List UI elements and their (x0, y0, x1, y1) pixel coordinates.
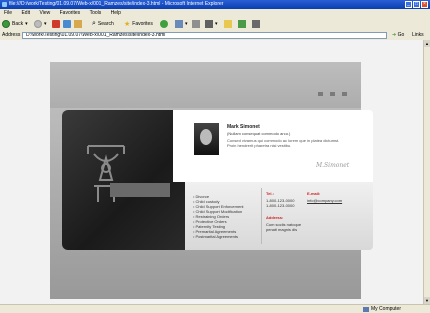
chevron-down-icon: ▾ (44, 21, 47, 27)
profile-card: Mark Simonet (Nullam consequat commodo a… (173, 110, 373, 182)
tel-label: Tel.: (266, 191, 274, 196)
stop-icon (52, 20, 60, 28)
divider (261, 188, 262, 244)
menu-tools[interactable]: Tools (90, 10, 102, 16)
vertical-scrollbar[interactable]: ▲ ▼ (423, 40, 430, 304)
sitemap-icon[interactable] (330, 92, 335, 96)
go-button[interactable]: ➜ Go (392, 31, 404, 40)
scroll-down-icon[interactable]: ▼ (424, 297, 430, 304)
print-icon (192, 20, 200, 28)
scales-decoration-icon (87, 145, 125, 202)
mail-icon[interactable] (342, 92, 347, 96)
star-icon: ★ (124, 21, 131, 28)
favorites-label: Favorites (132, 21, 153, 27)
refresh-button[interactable] (63, 20, 71, 28)
maximize-button[interactable]: □ (413, 1, 420, 8)
person-icon (200, 129, 212, 145)
mail-icon (175, 20, 183, 28)
home-icon (74, 20, 82, 28)
media-icon (160, 20, 168, 28)
profile-subtitle: (Nullam consequat commodo arcu.) (227, 131, 291, 136)
ie-icon (2, 2, 7, 7)
service-item[interactable]: Postmarital Agreements (193, 234, 244, 239)
mail-button[interactable]: ▾ (175, 20, 188, 28)
extra-button[interactable] (252, 20, 260, 28)
menu-favorites[interactable]: Favorites (60, 10, 81, 16)
profile-text: Consed vivamus qui commodo ac lorem que … (227, 138, 339, 148)
computer-icon (363, 306, 369, 312)
decorative-bar (110, 183, 170, 197)
profile-name: Mark Simonet (227, 124, 260, 130)
edit-button[interactable]: ▾ (205, 20, 218, 28)
media-button[interactable] (160, 20, 168, 28)
window-title: file:///D:/work/Testing/01.09.07/Web-x/0… (9, 1, 224, 7)
messenger-button[interactable] (238, 20, 246, 28)
minimize-button[interactable]: _ (405, 1, 412, 8)
address-label: Address: (266, 215, 284, 220)
address-values: Cum sociis natoque penati magnis dis (266, 222, 301, 232)
back-button[interactable]: Back ▾ (2, 20, 28, 28)
forward-button[interactable]: ▾ (34, 20, 47, 28)
signature: M.Simonet (316, 162, 350, 169)
email-label: E-mail: (307, 191, 321, 196)
menu-help[interactable]: Help (111, 10, 121, 16)
chevron-down-icon: ▾ (185, 21, 188, 27)
favorites-button[interactable]: ★ Favorites (124, 20, 153, 28)
window-controls: _ □ × (405, 1, 428, 8)
search-label: Search (97, 21, 114, 27)
go-arrow-icon: ➜ (392, 32, 397, 38)
folder-button[interactable] (224, 20, 232, 28)
home-icon[interactable] (318, 92, 323, 96)
toolbar: Back ▾ ▾ ⌕ Search ★ Favorites ▾ ▾ (0, 17, 430, 32)
address-line: penati magnis dis (266, 227, 298, 232)
folder-icon (224, 20, 232, 28)
address-input[interactable]: D:\work\Testing\01.09.07\Web-x\001_Ramze… (22, 32, 387, 39)
messenger-icon (238, 20, 246, 28)
email-link[interactable]: info@company.com (307, 198, 342, 203)
chevron-down-icon: ▾ (215, 21, 218, 27)
menu-view[interactable]: View (39, 10, 50, 16)
page-header (50, 62, 361, 108)
stop-button[interactable] (52, 20, 60, 28)
search-icon: ⌕ (92, 20, 96, 27)
page-icons (318, 92, 347, 96)
close-button[interactable]: × (421, 1, 428, 8)
menu-file[interactable]: File (4, 10, 12, 16)
go-label: Go (397, 32, 405, 38)
tel-number: 1-800-123-0000 (266, 203, 295, 208)
chevron-down-icon: ▾ (25, 21, 28, 27)
services-list: Divorce Child custody Child Support Enfo… (193, 194, 244, 239)
profile-text-line: Proin hendrerit pharetra nisi vestibu. (227, 143, 292, 148)
back-arrow-icon (2, 20, 10, 28)
refresh-icon (63, 20, 71, 28)
extra-icon (252, 20, 260, 28)
profile-photo (194, 123, 219, 155)
search-button[interactable]: ⌕ Search (92, 20, 114, 28)
forward-arrow-icon (34, 20, 42, 28)
address-label: Address (2, 32, 21, 38)
home-button[interactable] (74, 20, 82, 28)
links-button[interactable]: Links (412, 31, 424, 40)
window-titlebar: file:///D:/work/Testing/01.09.07/Web-x/0… (0, 0, 430, 9)
dark-hero-panel (62, 110, 185, 250)
website-page: Mark Simonet (Nullam consequat commodo a… (50, 62, 373, 299)
print-button[interactable] (192, 20, 200, 28)
info-panel: Divorce Child custody Child Support Enfo… (185, 182, 373, 250)
scroll-up-icon[interactable]: ▲ (424, 40, 430, 47)
menu-edit[interactable]: Edit (21, 10, 30, 16)
tel-values: 1-800-123-0000 1-800-123-0000 (266, 198, 294, 208)
edit-icon (205, 20, 213, 28)
back-label: Back (12, 21, 24, 27)
